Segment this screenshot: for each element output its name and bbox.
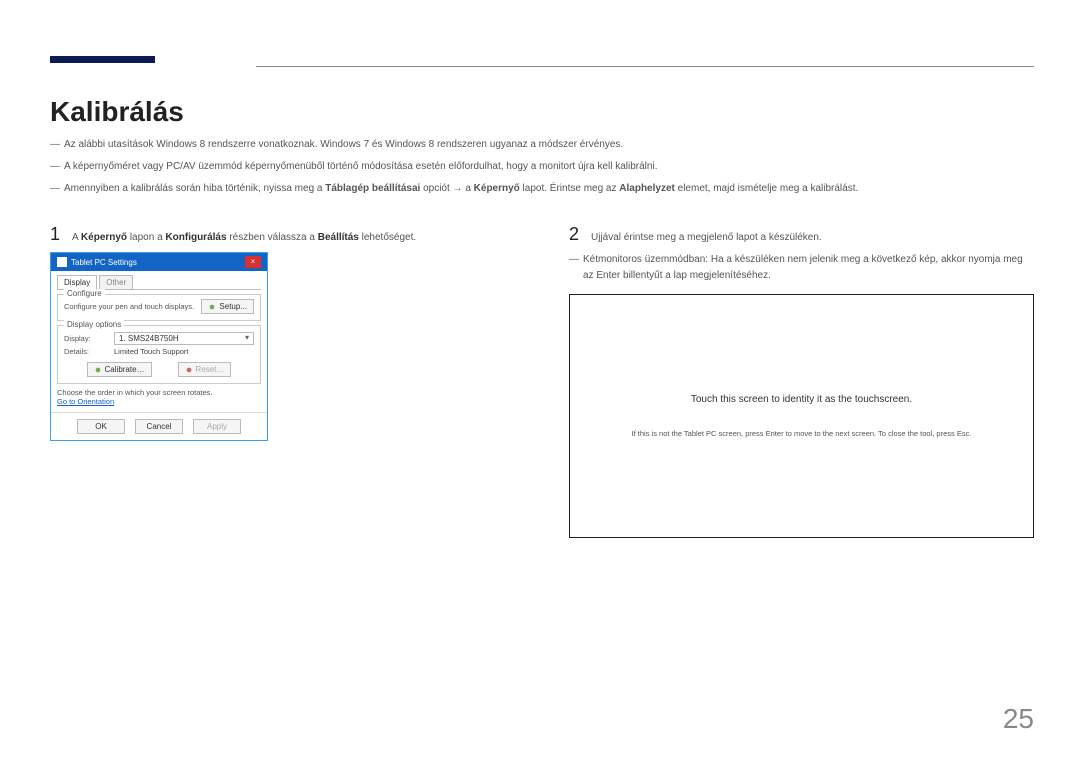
t: A bbox=[72, 232, 81, 243]
left-column: 1 A Képernyő lapon a Konfigurálás részbe… bbox=[50, 224, 515, 538]
setup-button[interactable]: Setup... bbox=[201, 299, 254, 314]
ok-button[interactable]: OK bbox=[77, 419, 125, 434]
step-1: 1 A Képernyő lapon a Konfigurálás részbe… bbox=[50, 224, 515, 246]
gear-icon bbox=[185, 366, 193, 374]
header-rule bbox=[256, 66, 1034, 67]
tab-other[interactable]: Other bbox=[99, 275, 133, 289]
intro-line-2: A képernyőméret vagy PC/AV üzemmód képer… bbox=[64, 158, 657, 176]
touch-line-1: Touch this screen to identity it as the … bbox=[691, 394, 912, 405]
header-accent-bar bbox=[50, 56, 155, 63]
t: Beállítás bbox=[318, 232, 359, 243]
dash-icon: ― bbox=[50, 136, 60, 154]
details-value: Limited Touch Support bbox=[114, 347, 189, 356]
tablet-pc-settings-dialog: Tablet PC Settings × Display Other Confi… bbox=[50, 252, 268, 441]
configure-group: Configure Configure your pen and touch d… bbox=[57, 294, 261, 321]
cancel-button[interactable]: Cancel bbox=[135, 419, 183, 434]
t: Calibrate… bbox=[105, 365, 145, 374]
tab-display[interactable]: Display bbox=[57, 275, 97, 289]
t: elemet, majd ismételje meg a kalibrálást… bbox=[675, 183, 858, 194]
page-number: 25 bbox=[1003, 703, 1034, 735]
gear-icon bbox=[94, 366, 102, 374]
configure-label: Configure bbox=[64, 289, 105, 298]
gear-icon bbox=[208, 303, 216, 311]
dash-icon: ― bbox=[50, 158, 60, 176]
intro-notes: ―Az alábbi utasítások Windows 8 rendszer… bbox=[50, 136, 1034, 202]
step-number-1: 1 bbox=[50, 224, 60, 245]
right-column: 2 Ujjával érintse meg a megjelenő lapot … bbox=[569, 224, 1034, 538]
t: Reset… bbox=[196, 365, 225, 374]
intro-line-3: Amennyiben a kalibrálás során hiba törté… bbox=[64, 180, 858, 198]
step-number-2: 2 bbox=[569, 224, 579, 245]
orientation-link[interactable]: Go to Orientation bbox=[57, 397, 114, 406]
step-2-text: Ujjával érintse meg a megjelenő lapot a … bbox=[591, 230, 822, 246]
step-2-note-text: Kétmonitoros üzemmódban: Ha a készüléken… bbox=[583, 252, 1034, 284]
dialog-titlebar: Tablet PC Settings × bbox=[51, 253, 267, 271]
display-select[interactable]: 1. SMS24B750H bbox=[114, 332, 254, 345]
display-options-group: Display options Display: 1. SMS24B750H D… bbox=[57, 325, 261, 384]
calibrate-button[interactable]: Calibrate… bbox=[87, 362, 152, 377]
touchscreen-prompt-panel: Touch this screen to identity it as the … bbox=[569, 294, 1034, 538]
t: Alaphelyzet bbox=[619, 183, 675, 194]
t: opciót → a bbox=[420, 183, 473, 194]
dash-icon: ― bbox=[50, 180, 60, 198]
display-options-label: Display options bbox=[64, 320, 124, 329]
t: részben válassza a bbox=[227, 232, 318, 243]
display-label: Display: bbox=[64, 334, 106, 343]
tabs: Display Other bbox=[57, 275, 261, 290]
t: Setup... bbox=[219, 302, 247, 311]
t: lapon a bbox=[127, 232, 165, 243]
dialog-title-text: Tablet PC Settings bbox=[71, 258, 137, 267]
configure-text: Configure your pen and touch displays. bbox=[64, 302, 194, 311]
close-icon[interactable]: × bbox=[245, 256, 261, 268]
t: Amennyiben a kalibrálás során hiba törté… bbox=[64, 183, 325, 194]
dash-icon: ― bbox=[569, 252, 579, 284]
intro-line-1: Az alábbi utasítások Windows 8 rendszerr… bbox=[64, 136, 623, 154]
step-2-note: ― Kétmonitoros üzemmódban: Ha a készülék… bbox=[569, 252, 1034, 284]
touch-line-2: If this is not the Tablet PC screen, pre… bbox=[632, 429, 972, 438]
dialog-footer: OK Cancel Apply bbox=[51, 412, 267, 440]
t: Képernyő bbox=[474, 183, 520, 194]
apply-button[interactable]: Apply bbox=[193, 419, 241, 434]
rotate-note: Choose the order in which your screen ro… bbox=[57, 388, 261, 397]
page-title: Kalibrálás bbox=[50, 96, 184, 128]
t: lehetőséget. bbox=[359, 232, 416, 243]
details-label: Details: bbox=[64, 347, 106, 356]
t: lapot. Érintse meg az bbox=[520, 183, 620, 194]
t: Képernyő bbox=[81, 232, 127, 243]
t: Táblagép beállításai bbox=[325, 183, 420, 194]
reset-button[interactable]: Reset… bbox=[178, 362, 232, 377]
step-1-text: A Képernyő lapon a Konfigurálás részben … bbox=[72, 230, 416, 246]
step-2: 2 Ujjával érintse meg a megjelenő lapot … bbox=[569, 224, 1034, 246]
app-icon bbox=[57, 257, 67, 267]
t: Konfigurálás bbox=[165, 232, 226, 243]
